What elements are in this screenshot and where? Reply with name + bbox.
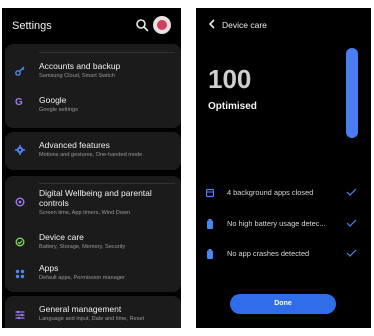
settings-item-apps[interactable]: Apps Default apps, Permission manager [5,260,181,288]
avatar[interactable] [153,16,171,34]
battery-icon [207,249,213,259]
divider [39,52,175,53]
page-title: Device care [222,20,267,30]
check-text: No high battery usage detec... [227,219,326,228]
settings-group-device: Digital Wellbeing and parental controls … [5,176,181,292]
optimisation-score: 100 [208,64,252,94]
apps-icon [15,269,25,279]
item-subtitle: Battery, Storage, Memory, Security [39,244,126,250]
device-care-screen: Device care 100 Optimised 4 background a… [196,8,371,328]
advanced-features-icon [15,145,25,155]
settings-item-device-care[interactable]: Device care Battery, Storage, Memory, Se… [5,229,181,257]
device-care-icon [15,237,25,247]
battery-icon [207,219,213,229]
item-subtitle: Google settings [39,107,78,113]
item-title: Device care [39,232,84,242]
page-title: Settings [12,20,52,32]
done-button[interactable]: Done [230,294,336,314]
check-row-battery-usage: No high battery usage detec... [196,218,371,230]
settings-item-google[interactable]: G Google Google settings [5,92,181,122]
item-subtitle: Motions and gestures, One-handed mode [39,152,143,158]
item-subtitle: Screen time, App timers, Wind Down [39,210,131,216]
divider [39,183,175,184]
settings-group-advanced: Advanced features Motions and gestures, … [5,132,181,170]
item-subtitle: Language and input, Date and time, Reset [39,316,145,322]
check-text: No app crashes detected [227,249,310,258]
settings-item-accounts-backup[interactable]: Accounts and backup Samsung Cloud, Smart… [5,58,181,88]
check-text: 4 background apps closed [227,188,314,197]
search-icon[interactable] [135,18,149,32]
general-management-icon [15,310,25,320]
optimisation-status: Optimised [208,101,257,112]
item-title: General management [39,304,122,314]
check-row-app-crashes: No app crashes detected [196,248,371,260]
settings-group-general: General management Language and input, D… [5,296,181,328]
score-gauge [346,48,358,138]
back-icon[interactable] [208,19,216,29]
settings-item-digital-wellbeing[interactable]: Digital Wellbeing and parental controls … [5,187,181,227]
item-subtitle: Samsung Cloud, Smart Switch [39,73,115,79]
background-apps-icon [206,188,214,198]
check-mark-icon [346,188,357,196]
settings-group-accounts: Accounts and backup Samsung Cloud, Smart… [5,44,181,128]
item-title: Advanced features [39,140,110,150]
item-title: Digital Wellbeing and parental controls [39,188,152,208]
check-mark-icon [346,219,357,227]
settings-item-general-management[interactable]: General management Language and input, D… [5,302,181,328]
item-title: Google [39,95,67,105]
item-title: Accounts and backup [39,61,121,71]
score-gauge-fill [346,48,358,138]
item-subtitle: Default apps, Permission manager [39,275,125,281]
key-icon [15,66,25,76]
settings-item-advanced-features[interactable]: Advanced features Motions and gestures, … [5,138,181,166]
check-row-background-apps: 4 background apps closed [196,187,371,199]
settings-screen: Settings Accounts and backup Samsung Clo… [2,8,181,328]
item-title: Apps [39,263,59,273]
digital-wellbeing-icon [15,197,25,207]
google-icon: G [15,97,23,108]
check-mark-icon [346,249,357,257]
